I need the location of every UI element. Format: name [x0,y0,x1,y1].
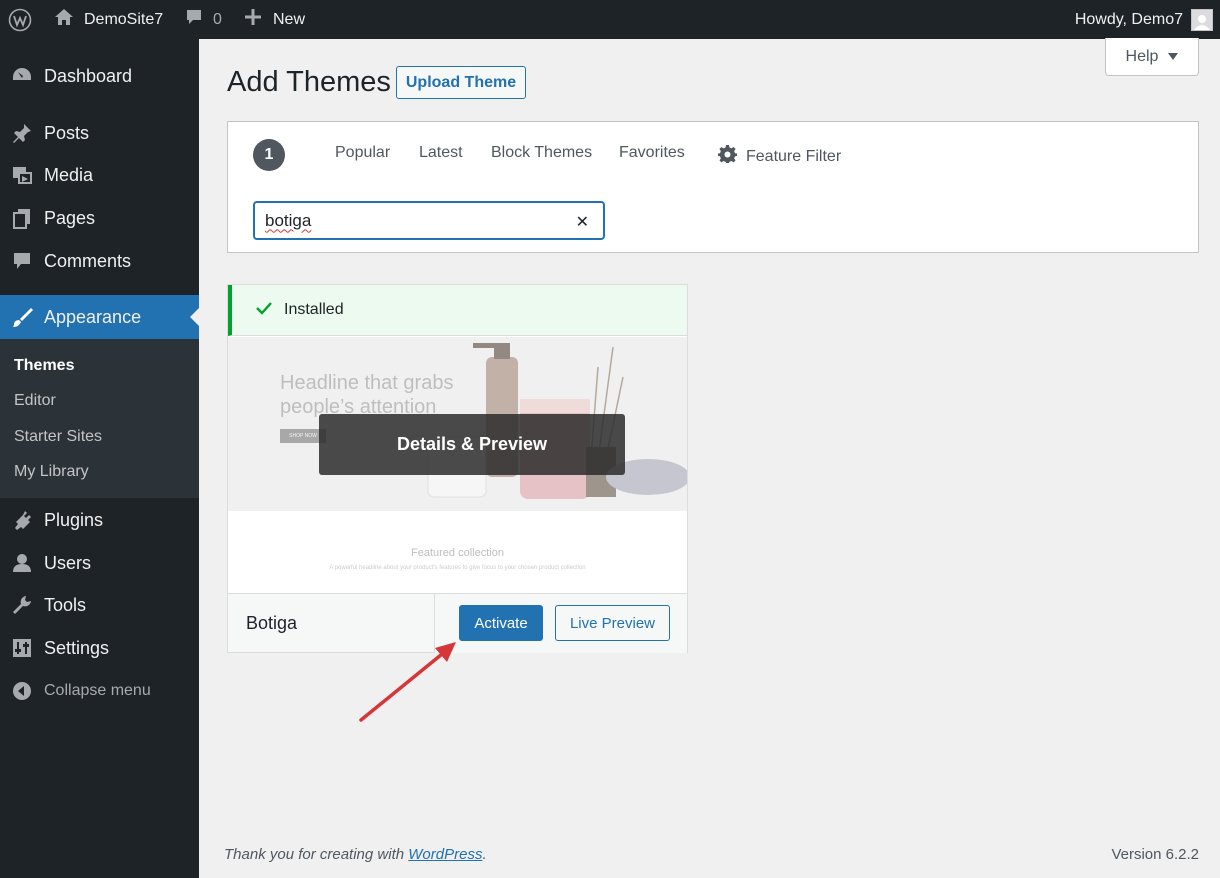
comments-link[interactable]: 0 [184,0,222,39]
sidebar-item-posts[interactable]: Posts [0,113,199,153]
footer-thanks: Thank you for creating with WordPress. [224,846,487,863]
footer-thanks-prefix: Thank you for creating with [224,846,409,863]
account-menu[interactable]: Howdy, Demo7 [1075,0,1213,39]
collapse-menu-label: Collapse menu [44,682,151,699]
annotation-arrow [359,642,456,722]
plus-icon [244,8,262,31]
new-content-link[interactable]: New [244,0,305,39]
sidebar-item-appearance[interactable]: Appearance [0,295,199,339]
theme-card[interactable]: Installed Headline that grabs people’s a… [227,284,688,653]
filter-popular[interactable]: Popular [335,144,390,162]
sliders-icon [0,637,44,659]
upload-theme-button[interactable]: Upload Theme [396,66,526,99]
feature-filter-label: Feature Filter [746,147,842,165]
wrench-icon [0,594,44,616]
theme-filter-bar: 1 Popular Latest Block Themes Favorites … [227,121,1199,253]
dashboard-icon [0,65,44,87]
sidebar-item-users[interactable]: Users [0,543,199,583]
sidebar-item-media[interactable]: Media [0,155,199,195]
sidebar-item-label: Posts [44,122,90,143]
submenu-item-starter-sites[interactable]: Starter Sites [14,428,102,446]
submenu-item-editor[interactable]: Editor [14,392,56,410]
checkmark-icon [256,301,272,320]
caret-down-icon [1168,48,1179,66]
sidebar-item-label: Settings [44,637,110,658]
live-preview-button[interactable]: Live Preview [555,605,670,641]
pin-icon [0,122,44,144]
search-input-value: botiga [265,210,312,230]
help-button[interactable]: Help [1105,38,1199,76]
sidebar-item-label: Dashboard [44,65,133,86]
filter-favorites[interactable]: Favorites [619,144,685,162]
footer-thanks-suffix: . [482,846,487,863]
theme-screenshot[interactable]: Headline that grabs people’s attention S… [228,337,687,593]
pages-icon [0,207,44,229]
theme-name: Botiga [246,613,298,633]
sidebar-item-comments[interactable]: Comments [0,241,199,281]
gear-icon [718,144,738,169]
paintbrush-icon [0,306,44,328]
avatar [1191,8,1213,31]
wordpress-link[interactable]: WordPress [408,846,482,863]
sidebar-item-label: Users [44,552,92,573]
installed-notice: Installed [228,285,687,336]
appearance-submenu: Themes Editor Starter Sites My Library [0,339,199,498]
page-title: Add Themes [227,66,391,98]
footer-version: Version 6.2.2 [1111,846,1199,863]
clear-search-icon[interactable]: ✕ [576,212,589,232]
home-icon [54,7,74,32]
collapse-menu-button[interactable]: Collapse menu [0,671,199,711]
plug-icon [0,509,44,531]
filter-block-themes[interactable]: Block Themes [491,144,592,162]
admin-bar: DemoSite7 0 New Howdy, Demo7 [0,0,1220,39]
theme-count-badge: 1 [253,139,285,171]
activate-button[interactable]: Activate [459,605,543,641]
new-label: New [273,10,306,28]
theme-search-input[interactable]: botiga ✕ [253,201,605,240]
sidebar-item-label: Appearance [44,306,142,327]
sidebar-item-label: Pages [44,207,96,228]
sidebar-item-label: Plugins [44,509,104,530]
users-icon [0,552,44,574]
sidebar-item-label: Comments [44,250,132,271]
sidebar-item-label: Tools [44,594,87,615]
wordpress-logo-icon[interactable] [8,0,32,39]
details-preview-button[interactable]: Details & Preview [319,414,625,475]
admin-sidebar: Dashboard Posts Media Pages Comments App… [0,39,199,878]
help-label: Help [1125,47,1159,65]
sidebar-item-dashboard[interactable]: Dashboard [0,56,199,96]
howdy-label: Howdy, Demo7 [1074,10,1183,28]
current-indicator [190,308,199,326]
installed-label: Installed [284,301,344,318]
sidebar-item-label: Media [44,164,94,185]
site-name-label: DemoSite7 [84,10,164,28]
comment-icon [0,250,44,272]
theme-actions: Activate Live Preview [434,594,687,653]
sidebar-item-plugins[interactable]: Plugins [0,500,199,540]
site-name-link[interactable]: DemoSite7 [54,0,163,39]
sidebar-item-tools[interactable]: Tools [0,585,199,625]
sidebar-item-pages[interactable]: Pages [0,198,199,238]
comments-count: 0 [213,10,222,28]
filter-latest[interactable]: Latest [419,144,463,162]
comment-icon [184,7,204,32]
feature-filter-button[interactable]: Feature Filter [718,144,841,169]
submenu-item-my-library[interactable]: My Library [14,463,89,481]
media-icon [0,164,44,186]
sidebar-item-settings[interactable]: Settings [0,628,199,668]
collapse-arrow-icon [0,681,44,701]
submenu-item-themes[interactable]: Themes [14,357,74,375]
